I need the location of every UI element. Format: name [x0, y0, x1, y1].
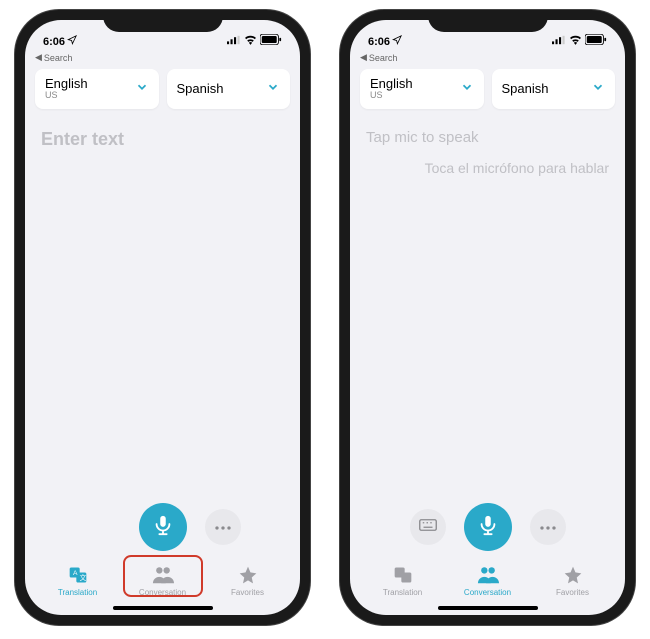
wifi-icon	[569, 35, 582, 48]
tab-label: Translation	[383, 588, 422, 597]
back-chevron-icon: ◀	[35, 52, 42, 63]
microphone-icon	[152, 514, 174, 541]
text-placeholder: Enter text	[41, 129, 284, 150]
tab-label: Conversation	[464, 588, 511, 597]
star-icon	[562, 565, 584, 587]
tab-favorites[interactable]: Favorites	[530, 561, 615, 601]
more-options-button[interactable]	[530, 509, 566, 545]
tab-translation[interactable]: A文 Translation	[35, 561, 120, 601]
tab-label: Favorites	[231, 588, 264, 597]
target-language-select[interactable]: Spanish	[492, 69, 616, 109]
microphone-button[interactable]	[464, 503, 512, 551]
back-label: Search	[44, 53, 73, 63]
back-to-search[interactable]: ◀ Search	[350, 50, 625, 69]
chevron-down-icon	[591, 80, 605, 99]
microphone-button[interactable]	[139, 503, 187, 551]
prompt-primary: Tap mic to speak	[366, 129, 609, 146]
microphone-icon	[477, 514, 499, 541]
signal-icon	[552, 35, 566, 48]
people-icon	[152, 565, 174, 587]
status-time: 6:06	[368, 36, 390, 48]
back-to-search[interactable]: ◀ Search	[25, 50, 300, 69]
location-icon	[67, 35, 77, 48]
target-language-name: Spanish	[177, 82, 224, 96]
spacer	[85, 509, 121, 545]
translation-icon	[392, 565, 414, 587]
target-language-name: Spanish	[502, 82, 549, 96]
tab-label: Favorites	[556, 588, 589, 597]
translation-icon: A文	[67, 565, 89, 587]
screen-left: 6:06 ◀ Search	[25, 20, 300, 615]
battery-icon	[585, 34, 607, 48]
more-options-button[interactable]	[205, 509, 241, 545]
status-time: 6:06	[43, 36, 65, 48]
notch	[103, 10, 223, 32]
ellipsis-icon	[539, 518, 557, 536]
svg-text:A: A	[73, 570, 78, 577]
tab-label: Conversation	[139, 588, 186, 597]
chevron-down-icon	[460, 80, 474, 99]
prompt-secondary: Toca el micrófono para hablar	[366, 160, 609, 176]
source-language-region: US	[45, 91, 88, 101]
signal-icon	[227, 35, 241, 48]
text-entry-area[interactable]: Enter text	[25, 117, 300, 493]
source-language-name: English	[370, 77, 413, 91]
keyboard-icon	[419, 518, 437, 536]
battery-icon	[260, 34, 282, 48]
chevron-down-icon	[266, 80, 280, 99]
svg-text:文: 文	[79, 573, 86, 582]
chevron-down-icon	[135, 80, 149, 99]
tab-label: Translation	[58, 588, 97, 597]
wifi-icon	[244, 35, 257, 48]
notch	[428, 10, 548, 32]
back-chevron-icon: ◀	[360, 52, 367, 63]
source-language-select[interactable]: English US	[35, 69, 159, 109]
home-indicator[interactable]	[438, 606, 538, 610]
location-icon	[392, 35, 402, 48]
home-indicator[interactable]	[113, 606, 213, 610]
phone-right: 6:06 ◀ Search	[340, 10, 635, 625]
tab-conversation[interactable]: Conversation	[120, 561, 205, 601]
conversation-area: Tap mic to speak Toca el micrófono para …	[350, 117, 625, 493]
bottom-controls	[350, 493, 625, 557]
back-label: Search	[369, 53, 398, 63]
keyboard-input-button[interactable]	[410, 509, 446, 545]
target-language-select[interactable]: Spanish	[167, 69, 291, 109]
source-language-name: English	[45, 77, 88, 91]
source-language-select[interactable]: English US	[360, 69, 484, 109]
tab-favorites[interactable]: Favorites	[205, 561, 290, 601]
tab-translation[interactable]: Translation	[360, 561, 445, 601]
phone-left: 6:06 ◀ Search	[15, 10, 310, 625]
screen-right: 6:06 ◀ Search	[350, 20, 625, 615]
star-icon	[237, 565, 259, 587]
language-selector-row: English US Spanish	[350, 69, 625, 117]
tab-conversation[interactable]: Conversation	[445, 561, 530, 601]
bottom-controls	[25, 493, 300, 557]
source-language-region: US	[370, 91, 413, 101]
ellipsis-icon	[214, 518, 232, 536]
people-icon	[477, 565, 499, 587]
language-selector-row: English US Spanish	[25, 69, 300, 117]
